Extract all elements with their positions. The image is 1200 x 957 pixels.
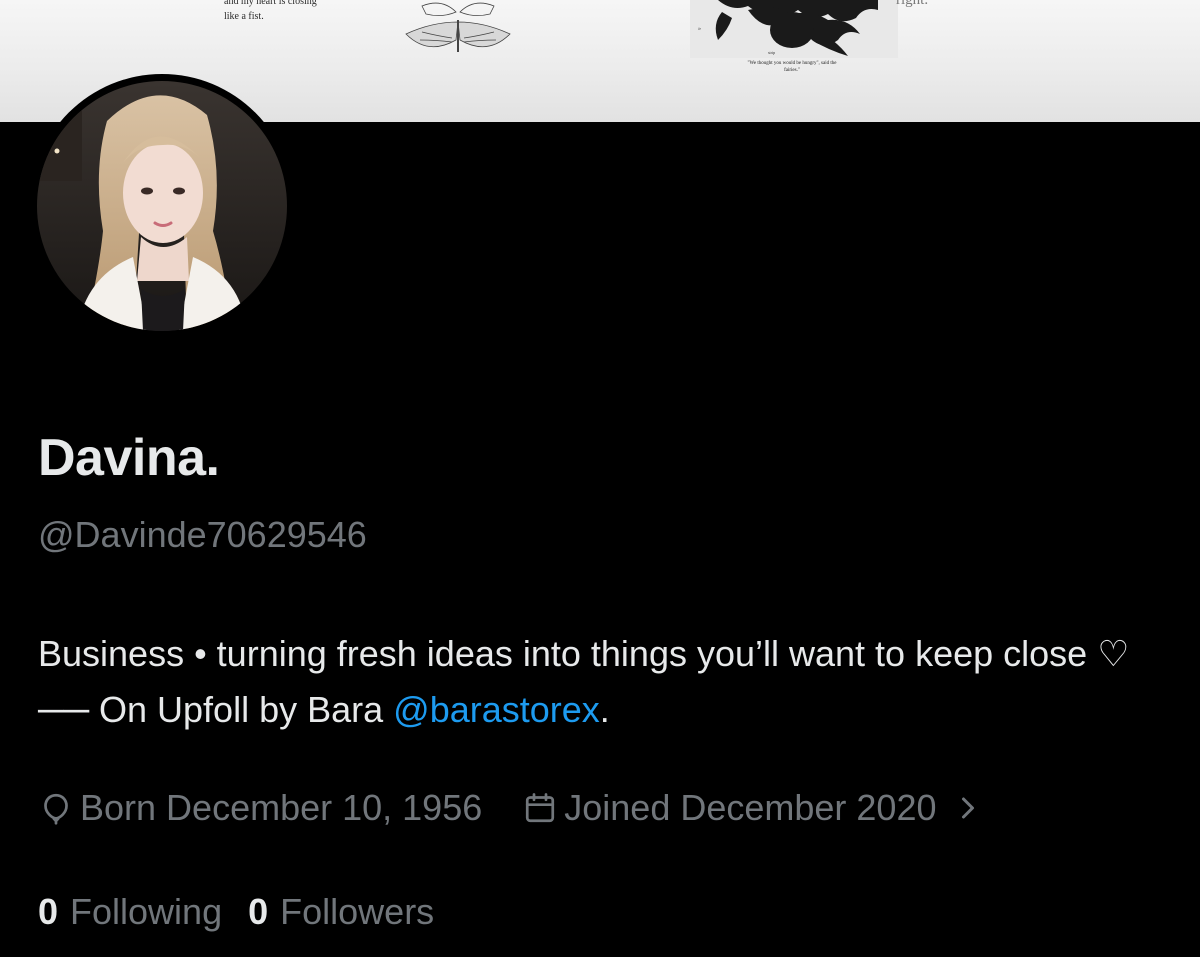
joined-text: Joined December 2020 <box>564 787 937 828</box>
banner-poem-line: like a fist. <box>224 11 264 22</box>
chevron-right-icon[interactable] <box>954 790 982 826</box>
followers-link[interactable]: 0 Followers <box>248 891 434 933</box>
svg-text:»: » <box>698 26 701 32</box>
avatar[interactable] <box>30 74 294 338</box>
calendar-icon <box>526 793 555 823</box>
avatar-photo <box>37 81 287 331</box>
following-count: 0 <box>38 891 59 932</box>
user-handle: @Davinde70629546 <box>38 514 367 555</box>
banner-right-text: right. <box>896 0 929 8</box>
moth-illustration <box>405 2 511 52</box>
illustration-caption: "We thought you would be hungry", said t… <box>686 60 898 74</box>
followers-label: Followers <box>280 891 435 932</box>
birthday-item: Born December 10, 1956 <box>38 787 482 829</box>
caption-line: "We thought you would be hungry", said t… <box>747 61 837 66</box>
profile-meta-row: Born December 10, 1956 Joined December 2… <box>38 782 982 834</box>
joined-item: Joined December 2020 <box>522 787 936 829</box>
bio-end: . <box>599 689 610 730</box>
svg-text:strip: strip <box>768 50 775 55</box>
caption-line: fairies." <box>784 68 800 73</box>
balloon-icon <box>44 793 68 825</box>
display-name: Davina. <box>38 429 220 487</box>
follow-stats: 0 Following 0 Followers <box>38 886 434 938</box>
banner-poem-text: and my heart is closing like a fist. <box>224 0 317 24</box>
following-label: Following <box>70 891 223 932</box>
bio-mention-link[interactable]: @barastorex <box>393 689 600 730</box>
following-link[interactable]: 0 Following <box>38 891 222 933</box>
birthday-text: Born December 10, 1956 <box>80 787 483 828</box>
banner-poem-line: and my heart is closing <box>224 0 317 7</box>
bio: Business • turning fresh ideas into thin… <box>38 626 1158 738</box>
followers-count: 0 <box>248 891 269 932</box>
